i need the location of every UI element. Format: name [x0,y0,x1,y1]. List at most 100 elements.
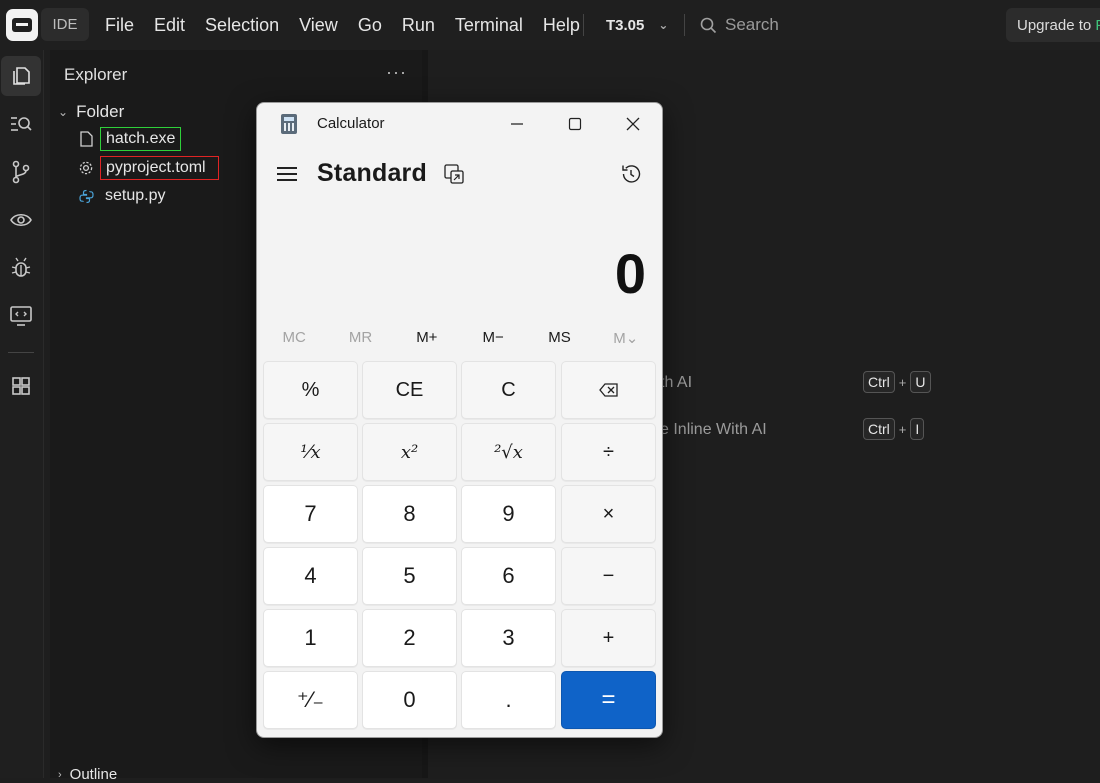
folder-node[interactable]: ⌄ Folder [58,102,124,122]
shortcut-keys: Ctrl + U [863,371,931,393]
source-control-icon[interactable] [1,152,41,192]
upgrade-accent: P [1095,17,1100,34]
memory-list-button[interactable]: M⌄ [593,329,659,353]
mode-title: Standard [317,159,427,187]
remote-explorer-icon[interactable] [1,296,41,336]
menu-terminal[interactable]: Terminal [445,15,533,36]
key-cap: Ctrl [863,371,895,393]
version-label: T3.05 [606,16,645,34]
memory-row: MC MR M+ M− MS M⌄ [261,329,659,353]
negate-button[interactable]: ⁺⁄₋ [263,671,358,729]
digit-8-button[interactable]: 8 [362,485,457,543]
upgrade-button[interactable]: Upgrade to P [1006,8,1100,42]
divide-button[interactable]: ÷ [561,423,656,481]
plus-sign: + [898,374,907,390]
shortcut-keys: Ctrl + I [863,418,925,440]
memory-store-button[interactable]: MS [526,329,592,353]
chevron-down-icon: ⌄ [658,18,669,32]
plus-sign: + [898,421,907,437]
window-title: Calculator [317,115,385,132]
key-cap: U [910,371,931,393]
menu-bar: File Edit Selection View Go Run Terminal… [95,0,590,50]
more-actions-icon[interactable]: ··· [386,62,407,83]
clear-entry-button[interactable]: CE [362,361,457,419]
shortcut-hint-text: e Inline With AI [660,421,767,438]
menu-edit[interactable]: Edit [144,15,195,36]
extensions-icon[interactable] [1,366,41,406]
digit-5-button[interactable]: 5 [362,547,457,605]
memory-recall-button[interactable]: MR [327,329,393,353]
calculator-title-bar[interactable]: Calculator [257,103,662,145]
app-logo-icon[interactable] [6,9,38,41]
outline-section[interactable]: › Outline [58,766,117,783]
chevron-down-icon: ⌄ [58,105,69,119]
title-bar: IDE File Edit Selection View Go Run Term… [0,0,1100,50]
memory-subtract-button[interactable]: M− [460,329,526,353]
calculator-display: 0 [614,242,646,305]
decimal-button[interactable]: . [461,671,556,729]
percent-button[interactable]: % [263,361,358,419]
digit-6-button[interactable]: 6 [461,547,556,605]
file-item-pyproject[interactable]: pyproject.toml [78,155,219,181]
divider [8,352,34,353]
file-item-setup[interactable]: setup.py [78,183,170,209]
digit-3-button[interactable]: 3 [461,609,556,667]
calculator-window: Calculator Standard 0 MC MR M+ M− MS M⌄ … [256,102,663,738]
multiply-button[interactable]: × [561,485,656,543]
search-icon [700,17,717,33]
calculator-app-icon [281,114,297,134]
close-icon [626,117,640,131]
preview-eye-icon[interactable] [1,200,41,240]
maximize-icon [568,117,582,131]
upgrade-label: Upgrade to [1017,16,1092,34]
file-item-hatch[interactable]: hatch.exe [78,126,182,152]
version-selector[interactable]: T3.05 ⌄ [606,0,668,50]
square-button[interactable]: x² [362,423,457,481]
activity-bar [0,50,44,778]
equals-button[interactable]: = [561,671,656,729]
menu-run[interactable]: Run [392,15,445,36]
search-box[interactable]: Search [700,0,779,50]
digit-7-button[interactable]: 7 [263,485,358,543]
shortcut-hint-text: th AI [660,374,693,391]
minimize-icon [511,123,523,125]
divider [684,14,685,36]
digit-1-button[interactable]: 1 [263,609,358,667]
subtract-button[interactable]: − [561,547,656,605]
key-cap: I [910,418,925,440]
menu-go[interactable]: Go [348,15,392,36]
history-icon[interactable] [619,162,643,186]
memory-add-button[interactable]: M+ [394,329,460,353]
maximize-button[interactable] [546,103,604,145]
explorer-icon[interactable] [1,56,41,96]
explorer-title: Explorer [64,65,128,84]
debug-bug-icon[interactable] [1,248,41,288]
file-icon [78,131,94,147]
clear-button[interactable]: C [461,361,556,419]
reciprocal-button[interactable]: ¹⁄x [263,423,358,481]
digit-9-button[interactable]: 9 [461,485,556,543]
backspace-button[interactable] [561,361,656,419]
close-button[interactable] [604,103,662,145]
folder-label: Folder [76,102,125,121]
key-cap: Ctrl [863,418,895,440]
memory-clear-button[interactable]: MC [261,329,327,353]
search-placeholder: Search [725,15,779,34]
digit-2-button[interactable]: 2 [362,609,457,667]
outline-label: Outline [69,766,118,783]
minimize-button[interactable] [488,103,546,145]
settings-gear-icon [78,160,94,176]
digit-0-button[interactable]: 0 [362,671,457,729]
menu-view[interactable]: View [289,15,348,36]
ide-badge[interactable]: IDE [41,8,89,41]
hamburger-menu-icon[interactable] [275,163,299,185]
square-root-button[interactable]: ²√x [461,423,556,481]
chevron-right-icon: › [58,768,62,781]
digit-4-button[interactable]: 4 [263,547,358,605]
menu-selection[interactable]: Selection [195,15,289,36]
menu-file[interactable]: File [95,15,144,36]
menu-help[interactable]: Help [533,15,590,36]
add-button[interactable]: + [561,609,656,667]
search-files-icon[interactable] [1,104,41,144]
keep-on-top-icon[interactable] [443,163,465,185]
